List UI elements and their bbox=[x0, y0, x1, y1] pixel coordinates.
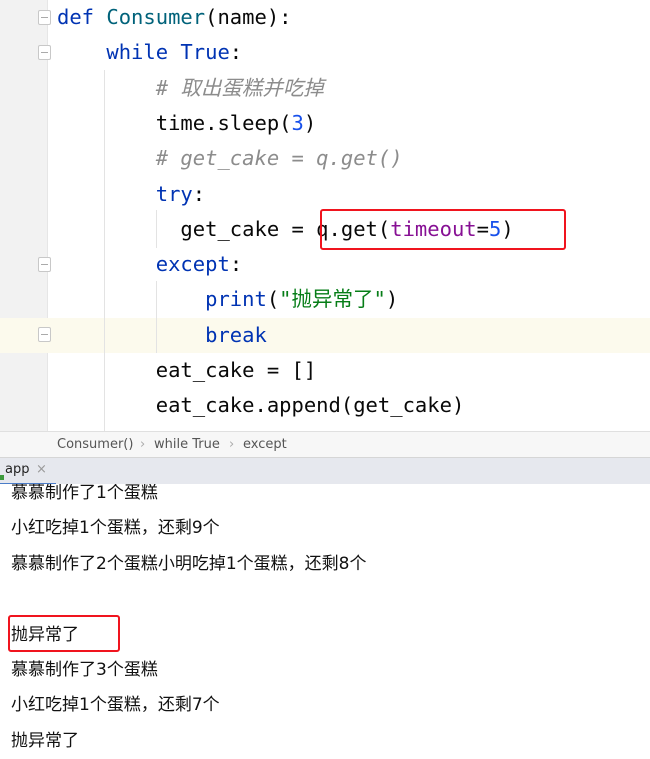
indent-guide bbox=[156, 281, 157, 353]
breadcrumb-item-consumer[interactable]: Consumer() bbox=[57, 432, 133, 458]
console-line: 慕慕制作了3个蛋糕 bbox=[11, 660, 158, 680]
breadcrumb-item-except[interactable]: except bbox=[243, 432, 287, 458]
code-token: : bbox=[229, 252, 243, 277]
fold-marker-icon[interactable] bbox=[38, 257, 51, 272]
code-token: eat_cake.append(get_cake) bbox=[57, 393, 465, 418]
code-text: # 取出蛋糕并吃掉 bbox=[57, 71, 324, 106]
breadcrumb: Consumer() › while True › except bbox=[0, 431, 650, 458]
code-token: time.sleep( bbox=[57, 110, 292, 135]
fold-marker-icon[interactable] bbox=[38, 10, 51, 25]
indent-guide bbox=[104, 70, 105, 431]
code-token: 3 bbox=[291, 110, 304, 135]
close-icon[interactable]: × bbox=[36, 458, 47, 482]
fold-marker-icon[interactable] bbox=[38, 45, 51, 60]
breadcrumb-separator: › bbox=[140, 437, 146, 452]
code-token: except bbox=[155, 252, 230, 277]
code-line: print("抛异常了") bbox=[0, 282, 650, 317]
fold-marker-icon[interactable] bbox=[38, 327, 51, 342]
code-token: break bbox=[205, 322, 267, 347]
code-line: eat_cake.append(get_cake) bbox=[0, 388, 650, 423]
console-line: 抛异常了 bbox=[11, 730, 79, 751]
code-token: try bbox=[155, 181, 193, 206]
code-line: try: bbox=[0, 177, 650, 212]
code-token: : bbox=[192, 181, 206, 206]
code-line: def Consumer(name): bbox=[0, 0, 650, 35]
code-token: while True bbox=[106, 40, 230, 65]
indent-guide bbox=[156, 210, 157, 248]
breadcrumb-item-while[interactable]: while True bbox=[154, 432, 220, 458]
code-line: while True: bbox=[0, 35, 650, 70]
code-token: # get_cake = q.get() bbox=[57, 146, 403, 171]
code-text: while True: bbox=[57, 35, 242, 70]
console-line: 抛异常了 bbox=[11, 624, 79, 645]
code-text: except: bbox=[57, 247, 242, 282]
code-token: : bbox=[229, 40, 243, 65]
code-line: except: bbox=[0, 247, 650, 282]
console-line: 小红吃掉1个蛋糕，还剩7个 bbox=[11, 695, 220, 716]
code-text: # get_cake = q.get() bbox=[57, 141, 403, 176]
code-token: Consumer bbox=[106, 5, 206, 29]
code-text: def Consumer(name): bbox=[57, 0, 292, 35]
code-line: time.sleep(3) bbox=[0, 106, 650, 141]
console-line: 小红吃掉1个蛋糕，还剩9个 bbox=[11, 518, 220, 539]
code-token: "抛异常了" bbox=[279, 287, 386, 312]
code-text: eat_cake.append(get_cake) bbox=[57, 388, 465, 423]
code-token: eat_cake = [] bbox=[57, 358, 317, 382]
code-editor[interactable]: def Consumer(name): while True: # 取出蛋糕并吃… bbox=[0, 0, 650, 431]
code-token: ) bbox=[385, 287, 399, 312]
code-token: print bbox=[205, 287, 267, 312]
code-text: eat_cake = [] bbox=[57, 353, 316, 388]
code-token: ) bbox=[303, 110, 317, 135]
console-line: 慕慕制作了2个蛋糕小明吃掉1个蛋糕，还剩8个 bbox=[11, 553, 367, 574]
code-line: break bbox=[0, 317, 650, 353]
code-text: print("抛异常了") bbox=[57, 282, 398, 317]
code-line: eat_cake = [] bbox=[0, 353, 650, 388]
highlight-box-timeout bbox=[320, 209, 566, 250]
code-line: # 取出蛋糕并吃掉 bbox=[0, 71, 650, 106]
console-output: 慕慕制作了1个蛋糕小红吃掉1个蛋糕，还剩9个慕慕制作了2个蛋糕小明吃掉1个蛋糕，… bbox=[0, 484, 650, 759]
code-token: def bbox=[57, 5, 107, 29]
code-token: (name): bbox=[205, 5, 292, 29]
breadcrumb-separator: › bbox=[229, 437, 235, 452]
run-tab-bar: app × bbox=[0, 457, 650, 485]
code-text: break bbox=[57, 318, 267, 353]
code-text: try: bbox=[57, 177, 205, 212]
run-tab-app[interactable]: app × bbox=[0, 458, 56, 485]
run-tab-label: app bbox=[5, 462, 30, 477]
code-token: ( bbox=[266, 287, 280, 312]
run-icon bbox=[0, 475, 4, 480]
code-text: time.sleep(3) bbox=[57, 106, 316, 141]
code-token: # 取出蛋糕并吃掉 bbox=[57, 75, 324, 100]
code-line: # get_cake = q.get() bbox=[0, 141, 650, 176]
console-line: 慕慕制作了1个蛋糕 bbox=[11, 484, 158, 503]
